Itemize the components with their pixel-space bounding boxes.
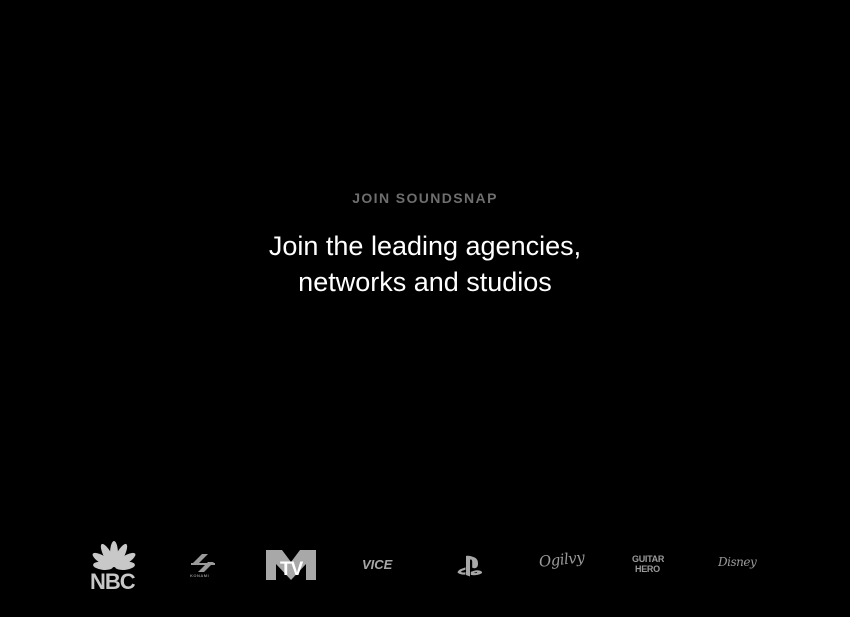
client-logos-row: NBC KONAMI TV VICE Ogilvy GUITAR HERO Di… [0,538,850,594]
guitar-hero-logo: GUITAR HERO [630,554,666,580]
ogilvy-logo: Ogilvy [538,548,585,581]
mtv-wordmark: TV [280,559,303,580]
playstation-icon [457,555,483,577]
disney-logo: Disney [718,555,758,575]
guitar-hero-wordmark-top: GUITAR [632,554,665,564]
headline-line-1: Join the leading agencies, [268,231,582,261]
nbc-wordmark: NBC [90,569,136,594]
headline-line-2: networks and studios [298,267,552,297]
section-eyebrow: JOIN SOUNDSNAP [352,190,498,206]
nbc-logo: NBC [88,540,140,594]
vice-wordmark: VICE [362,557,393,572]
konami-emblem-icon [191,554,215,572]
ogilvy-wordmark: Ogilvy [538,548,586,571]
playstation-logo [457,555,483,577]
vice-logo: VICE [362,557,400,573]
nbc-peacock-icon [92,541,136,570]
section-headline: Join the leading agencies, networks and … [0,228,850,300]
konami-wordmark: KONAMI [190,573,210,578]
mtv-logo: TV [266,550,316,580]
konami-logo: KONAMI [188,554,218,580]
guitar-hero-wordmark-bottom: HERO [635,564,660,574]
disney-wordmark: Disney [718,555,757,569]
